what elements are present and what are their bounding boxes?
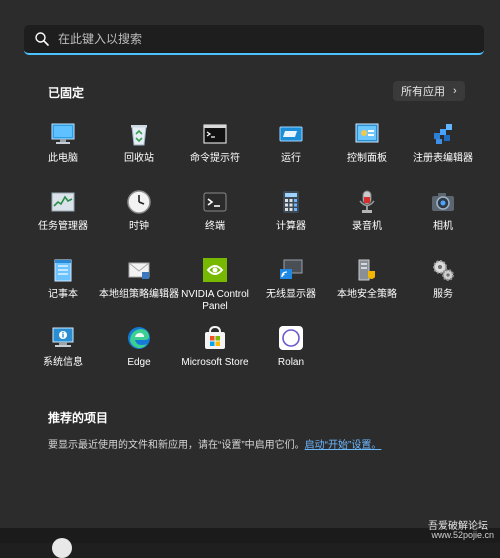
clock-icon (127, 190, 151, 214)
pinned-app-this-pc[interactable]: 此电脑 (24, 117, 102, 183)
pinned-app-camera[interactable]: 相机 (404, 185, 482, 251)
pinned-app-edge[interactable]: Edge (100, 321, 178, 387)
services-icon (433, 260, 454, 281)
pinned-app-control-panel[interactable]: 控制面板 (328, 117, 406, 183)
calculator-icon (283, 191, 299, 213)
notepad-icon (54, 259, 72, 282)
sound-recorder-icon (359, 190, 375, 213)
pinned-app-calculator[interactable]: 计算器 (252, 185, 330, 251)
recommended-message: 要显示最近使用的文件和新应用，请在“设置”中启用它们。启动“开始”设置。 (48, 436, 381, 451)
camera-icon (432, 193, 454, 211)
recycle-bin-icon (131, 125, 147, 146)
search-box[interactable] (24, 25, 484, 55)
pinned-app-services[interactable]: 服务 (404, 253, 482, 319)
search-input[interactable] (58, 32, 458, 46)
app-label: 相机 (433, 221, 453, 232)
nvidia-icon (203, 258, 227, 282)
recommended-section-title: 推荐的项目 (48, 411, 109, 425)
app-label: 注册表编辑器 (413, 153, 473, 164)
start-menu: 已固定 所有应用 › 此电脑 回收站 (0, 0, 500, 528)
command-prompt-icon (203, 124, 227, 144)
search-icon (35, 32, 49, 46)
start-footer (0, 528, 500, 543)
pinned-app-microsoft-store[interactable]: Microsoft Store (176, 321, 254, 387)
app-label: 服务 (433, 289, 453, 300)
all-apps-button[interactable]: 所有应用 › (393, 81, 465, 101)
edge-icon (128, 327, 150, 349)
pinned-app-task-manager[interactable]: 任务管理器 (24, 185, 102, 251)
pinned-section-title: 已固定 (48, 86, 85, 100)
app-label: Rolan (277, 357, 305, 368)
chevron-right-icon: › (453, 85, 457, 97)
pinned-app-nvidia-control-panel[interactable]: NVIDIA Control Panel (176, 253, 254, 319)
all-apps-label: 所有应用 (401, 86, 445, 98)
pinned-app-recycle-bin[interactable]: 回收站 (100, 117, 178, 183)
group-policy-icon (128, 262, 150, 279)
pinned-app-sound-recorder[interactable]: 录音机 (328, 185, 406, 251)
task-manager-icon (51, 192, 75, 212)
pinned-app-clock[interactable]: 时钟 (100, 185, 178, 251)
rolan-icon (279, 326, 303, 350)
pinned-app-wireless-display[interactable]: 无线显示器 (252, 253, 330, 319)
pinned-app-group-policy-editor[interactable]: 本地组策略编辑器 (99, 253, 179, 319)
system-info-icon (52, 327, 74, 347)
terminal-icon (203, 192, 227, 212)
security-policy-icon (358, 259, 375, 281)
pinned-app-system-information[interactable]: 系统信息 (24, 321, 102, 387)
pinned-app-local-security-policy[interactable]: 本地安全策略 (328, 253, 406, 319)
recommended-text: 要显示最近使用的文件和新应用，请在“设置”中启用它们。 (48, 440, 305, 451)
pinned-app-command-prompt[interactable]: 命令提示符 (176, 117, 254, 183)
registry-editor-icon (434, 124, 452, 144)
run-icon (279, 126, 303, 142)
store-icon (205, 325, 225, 349)
pinned-app-terminal[interactable]: 终端 (176, 185, 254, 251)
computer-icon (51, 123, 75, 144)
control-panel-icon (355, 123, 379, 143)
pinned-app-registry-editor[interactable]: 注册表编辑器 (404, 117, 482, 183)
user-avatar[interactable] (52, 538, 72, 558)
start-settings-link[interactable]: 启动“开始”设置。 (305, 440, 382, 451)
pinned-app-run[interactable]: 运行 (252, 117, 330, 183)
watermark-url: www.52pojie.cn (431, 530, 494, 540)
wireless-display-icon (280, 259, 303, 279)
pinned-app-rolan[interactable]: Rolan (252, 321, 330, 387)
pinned-app-notepad[interactable]: 记事本 (24, 253, 102, 319)
